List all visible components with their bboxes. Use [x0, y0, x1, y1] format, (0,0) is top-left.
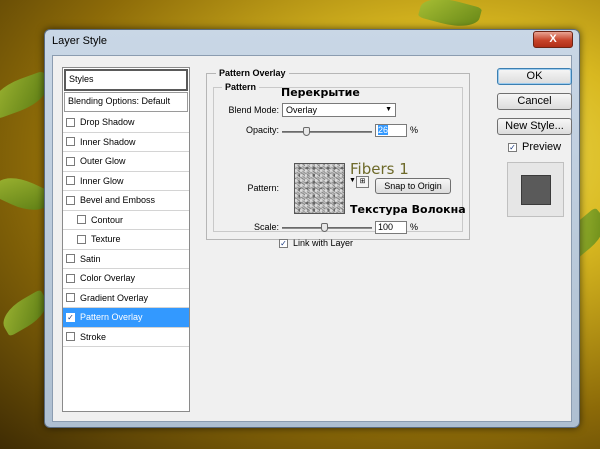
checkbox-icon[interactable] — [66, 156, 75, 166]
checkbox-icon[interactable] — [77, 234, 86, 244]
style-item-label: Color Overlay — [80, 273, 136, 284]
style-item-bevel-and-emboss[interactable]: Bevel and Emboss — [63, 191, 189, 211]
pattern-swatch[interactable] — [294, 163, 345, 214]
style-item-satin[interactable]: Satin — [63, 250, 189, 269]
checkbox-icon[interactable] — [66, 293, 75, 303]
checkbox-icon[interactable] — [66, 117, 75, 127]
pattern-annotation: Текстура Волокна — [350, 203, 466, 216]
style-item-color-overlay[interactable]: Color Overlay — [63, 269, 189, 289]
style-item-inner-shadow[interactable]: Inner Shadow — [63, 133, 189, 152]
style-item-label: Contour — [91, 214, 124, 225]
style-item-label: Drop Shadow — [80, 117, 135, 128]
checkbox-icon[interactable] — [66, 176, 75, 186]
preview-thumbnail — [507, 162, 564, 217]
preview-option[interactable]: ✓ Preview — [508, 141, 561, 153]
checkbox-checked-icon[interactable]: ✓ — [508, 142, 517, 152]
style-item-contour[interactable]: Contour — [63, 211, 189, 230]
style-item-label: Satin — [80, 253, 101, 264]
checkbox-icon[interactable] — [66, 254, 75, 264]
opacity-slider-track[interactable] — [282, 131, 372, 133]
style-item-label: Inner Glow — [80, 175, 124, 186]
blend-mode-select[interactable]: Overlay ▼ — [282, 103, 396, 117]
cancel-button[interactable]: Cancel — [497, 93, 572, 110]
checkbox-icon[interactable] — [66, 273, 75, 283]
preview-label: Preview — [522, 141, 562, 153]
close-button[interactable]: X — [533, 31, 573, 48]
style-item-label: Inner Shadow — [80, 136, 136, 147]
dialog-title: Layer Style — [52, 35, 108, 47]
background-leaf — [417, 0, 483, 33]
checkbox-checked-icon[interactable]: ✓ — [279, 238, 288, 248]
style-item-label: Texture — [91, 234, 121, 245]
opacity-unit: % — [410, 125, 419, 135]
style-item-label: Gradient Overlay — [80, 292, 149, 303]
style-item-drop-shadow[interactable]: Drop Shadow — [63, 113, 189, 133]
blending-options-item[interactable]: Blending Options: Default — [64, 92, 188, 112]
style-item-stroke[interactable]: Stroke — [63, 328, 189, 347]
dialog-client-area: Styles Blending Options: Default Drop Sh… — [52, 55, 572, 422]
checkbox-icon[interactable] — [66, 332, 75, 342]
opacity-input[interactable]: 26 — [375, 124, 407, 137]
pattern-name-annotation: Fibers 1 — [350, 160, 409, 178]
pattern-inner-title: Pattern — [222, 82, 260, 92]
scale-input[interactable]: 100 — [375, 221, 407, 234]
snap-to-origin-button[interactable]: Snap to Origin — [375, 178, 451, 194]
preview-square — [521, 175, 551, 205]
checkbox-icon[interactable] — [66, 137, 75, 147]
style-items-list: Drop Shadow Inner Shadow Outer Glow Inner G… — [63, 113, 189, 347]
style-item-pattern-overlay[interactable]: ✓ Pattern Overlay — [63, 308, 189, 328]
blend-mode-label: Blend Mode: — [228, 105, 279, 115]
styles-list-panel: Styles Blending Options: Default Drop Sh… — [62, 67, 190, 412]
opacity-slider-thumb[interactable] — [303, 127, 310, 136]
new-style-button[interactable]: New Style... — [497, 118, 572, 135]
link-with-layer-label: Link with Layer — [293, 238, 354, 248]
scale-slider-thumb[interactable] — [321, 223, 328, 232]
style-item-label: Bevel and Emboss — [80, 195, 156, 206]
pattern-label: Pattern: — [247, 183, 279, 193]
pattern-overlay-title: Pattern Overlay — [216, 68, 289, 78]
styles-header[interactable]: Styles — [64, 69, 188, 91]
checkbox-icon[interactable] — [66, 195, 75, 205]
blend-annotation: Перекрытие — [281, 86, 360, 99]
pattern-picker-arrow-icon[interactable]: ▼ — [349, 177, 356, 184]
style-item-inner-glow[interactable]: Inner Glow — [63, 172, 189, 191]
style-item-outer-glow[interactable]: Outer Glow — [63, 152, 189, 172]
style-item-gradient-overlay[interactable]: Gradient Overlay — [63, 289, 189, 308]
scale-unit: % — [410, 222, 419, 232]
scale-label: Scale: — [253, 222, 279, 232]
layer-style-dialog: Layer Style X Styles Blending Options: D… — [44, 29, 580, 428]
style-item-label: Stroke — [80, 331, 107, 342]
checkbox-icon[interactable] — [77, 215, 86, 225]
blend-mode-value: Overlay — [286, 105, 318, 115]
opacity-label: Opacity: — [245, 125, 279, 135]
style-item-texture[interactable]: Texture — [63, 230, 189, 250]
checkbox-checked-icon[interactable]: ✓ — [66, 312, 75, 322]
ok-button[interactable]: OK — [497, 68, 572, 85]
link-with-layer-option[interactable]: ✓ Link with Layer — [279, 238, 353, 248]
style-item-label: Outer Glow — [80, 156, 126, 167]
style-item-label: Pattern Overlay — [80, 312, 143, 323]
chevron-down-icon: ▼ — [385, 106, 392, 113]
